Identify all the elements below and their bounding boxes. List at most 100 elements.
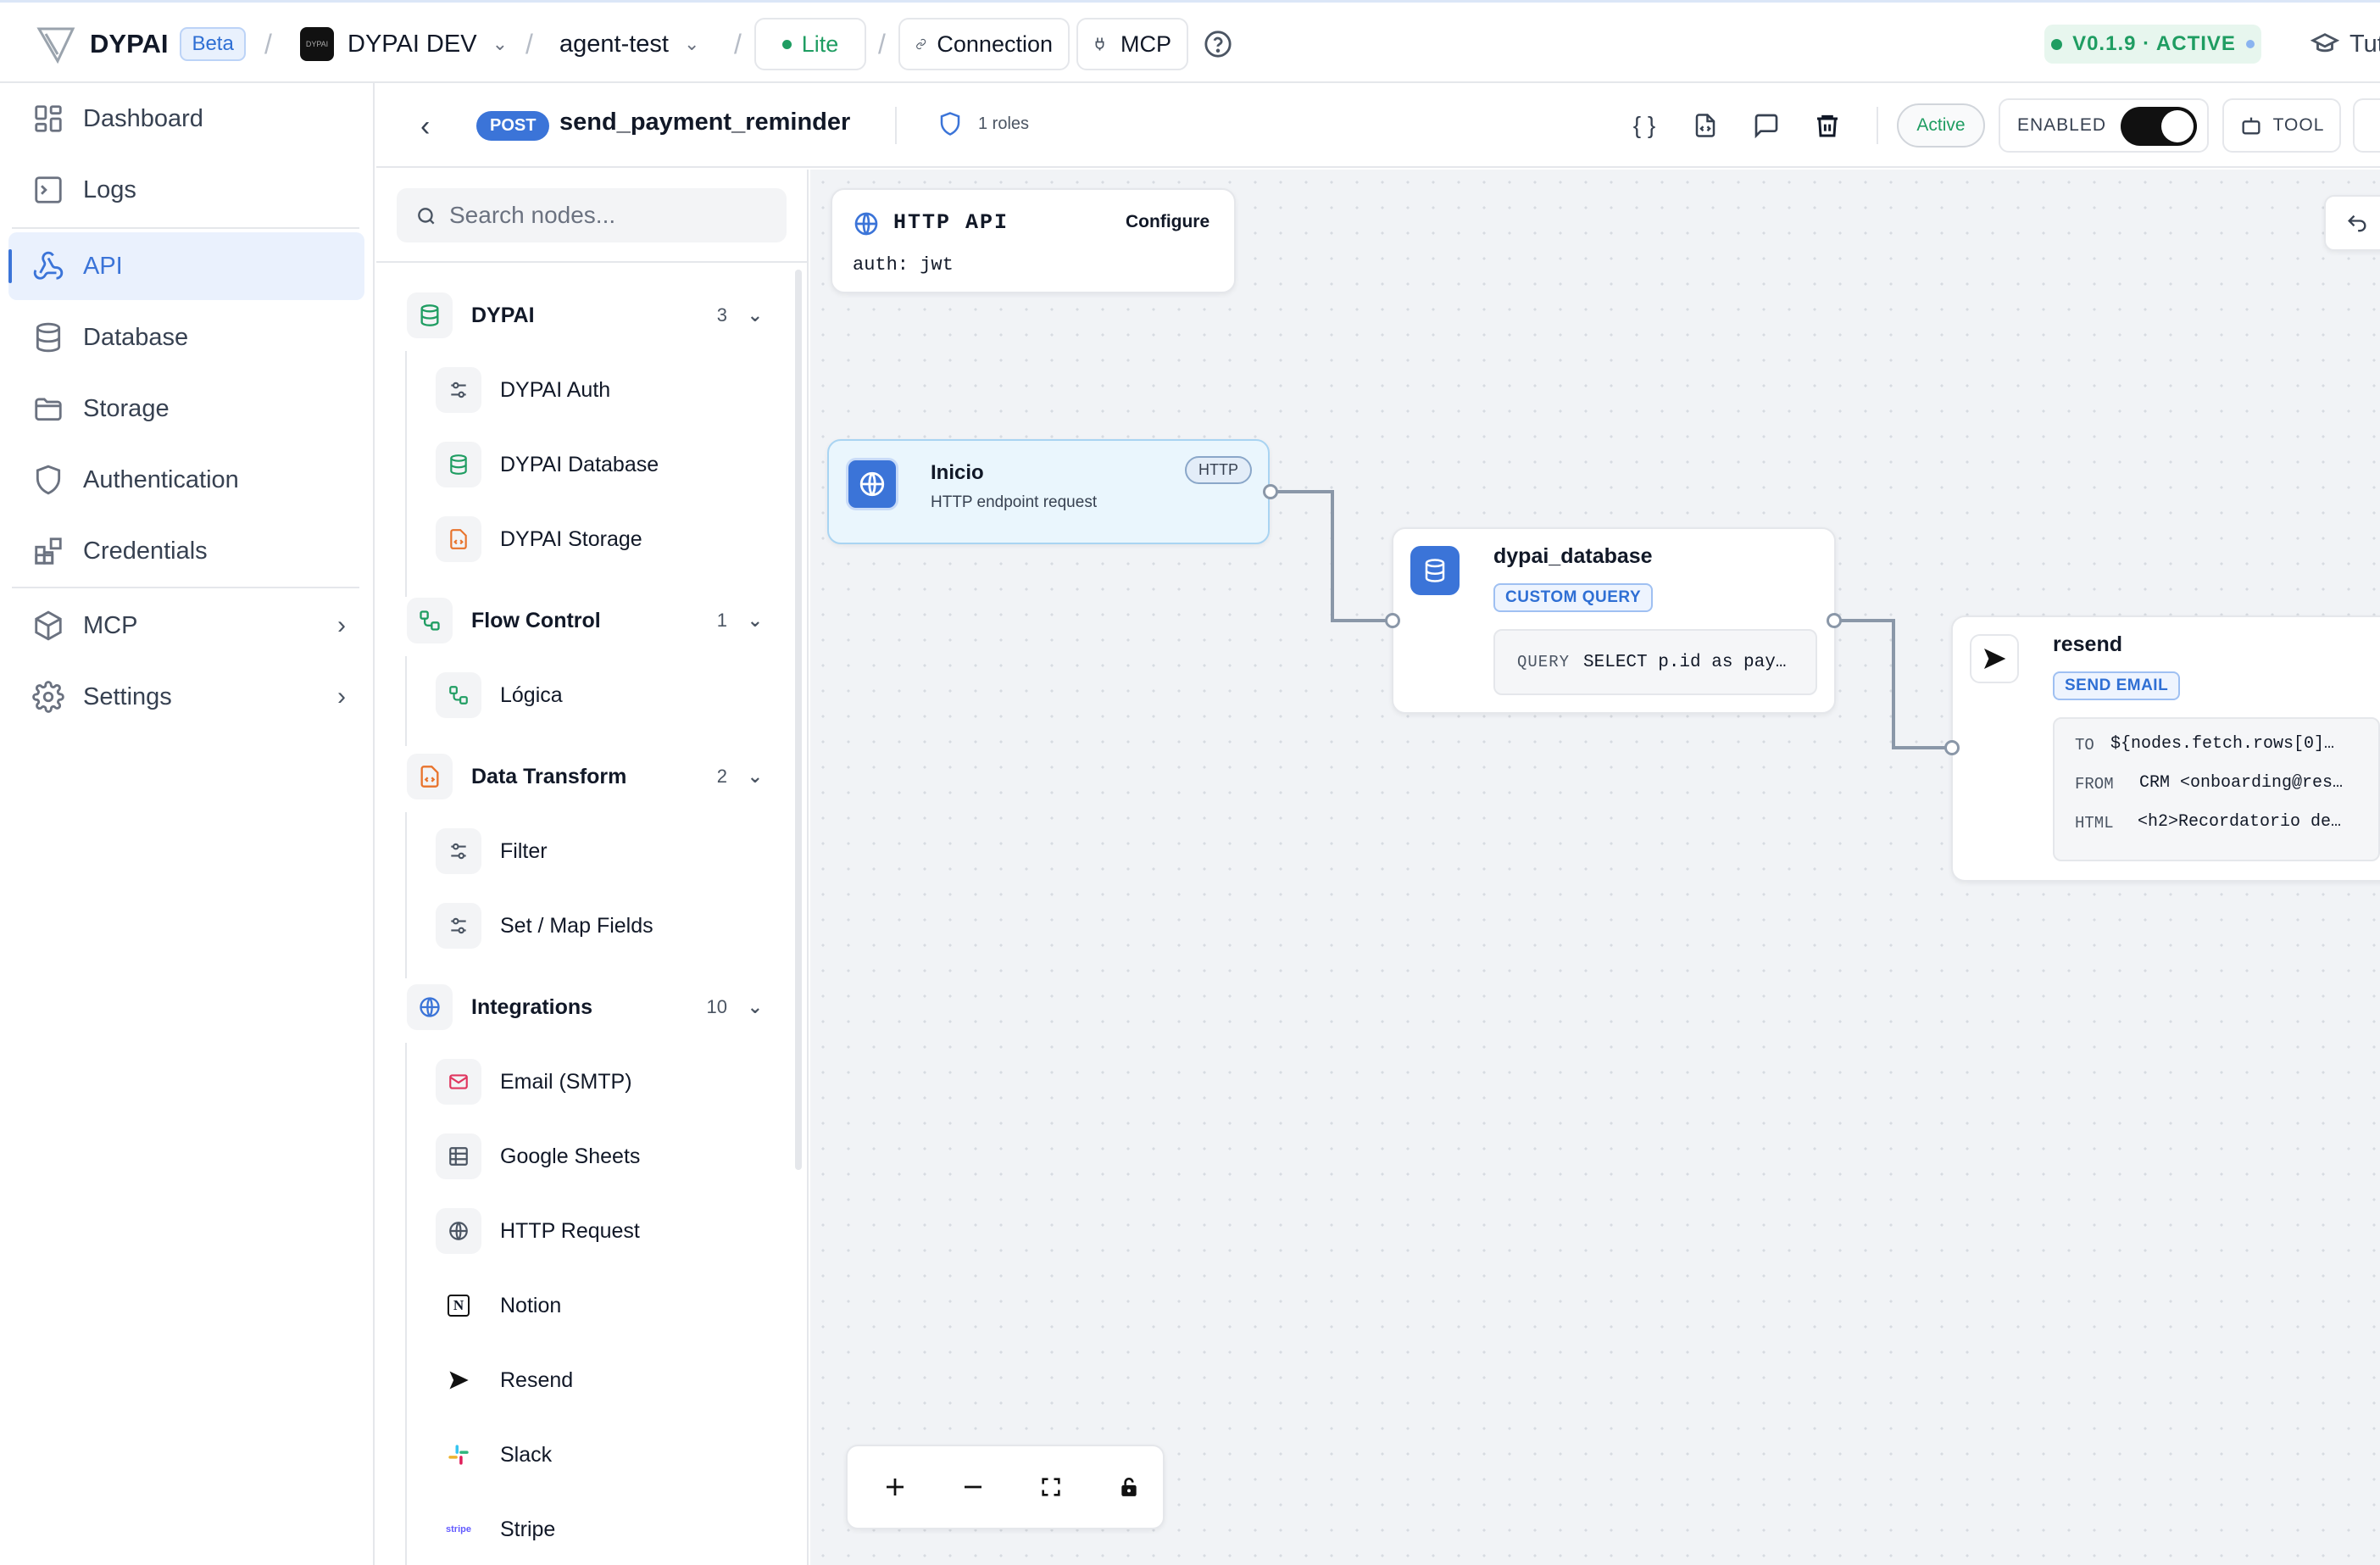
workflow-icon (436, 672, 481, 718)
comment-icon[interactable] (1748, 107, 1785, 144)
category-flow-control[interactable]: Flow Control 1 ⌄ (407, 595, 780, 646)
node-item[interactable]: HTTP Request (436, 1206, 775, 1256)
brand[interactable]: DYPAI Beta (34, 3, 246, 86)
zoom-in-icon[interactable] (873, 1465, 917, 1509)
sliders-icon (436, 828, 481, 874)
category-integrations[interactable]: Integrations 10 ⌄ (407, 982, 780, 1033)
mail-icon (436, 1059, 481, 1105)
file-code-icon[interactable] (1687, 107, 1724, 144)
tree-guide (405, 656, 407, 746)
category-count: 2 (716, 766, 727, 787)
agent-selector[interactable]: agent-test ⌄ (559, 3, 699, 86)
node-item-label: Lógica (500, 682, 563, 707)
connection-button[interactable]: Connection (898, 18, 1070, 70)
sidebar-item-logs[interactable]: Logs (8, 156, 364, 224)
output-handle[interactable] (1263, 484, 1278, 499)
endpoint-name[interactable]: send_payment_reminder (559, 109, 850, 136)
tutorials-label: Tut (2349, 30, 2380, 58)
node-item[interactable]: Lógica (436, 670, 775, 721)
email-fields: TO ${nodes.fetch.rows[0]… FROM CRM <onbo… (2053, 717, 2380, 861)
node-item[interactable]: DYPAI Database (436, 439, 775, 490)
http-api-card[interactable]: HTTP API Configure auth: jwt (831, 188, 1236, 293)
braces-icon[interactable]: { } (1626, 107, 1663, 144)
node-item[interactable]: Google Sheets (436, 1131, 775, 1182)
sidebar-item-database[interactable]: Database (8, 304, 364, 371)
panel-scrollbar[interactable] (795, 270, 802, 1170)
tutorials-button[interactable]: Tut (2310, 3, 2380, 86)
configure-button[interactable]: Configure (1126, 212, 1209, 232)
node-item-label: Stripe (500, 1517, 556, 1541)
sidebar-item-label: Dashboard (83, 104, 203, 132)
category-label: Flow Control (471, 608, 601, 632)
sidebar-item-credentials[interactable]: Credentials (8, 517, 364, 585)
folder-icon (35, 398, 62, 421)
header-divider (895, 107, 897, 144)
node-item-label: Resend (500, 1367, 574, 1392)
more-button[interactable] (2353, 98, 2380, 153)
active-indicator (8, 249, 12, 283)
database-icon (407, 292, 453, 338)
tree-guide (405, 1043, 407, 1565)
node-item[interactable]: DYPAI Auth (436, 365, 775, 415)
fit-view-icon[interactable] (1029, 1465, 1073, 1509)
plan-badge[interactable]: Lite (754, 18, 866, 70)
back-icon[interactable]: ‹ (420, 110, 430, 143)
node-item[interactable]: N Notion (436, 1280, 775, 1331)
node-inicio[interactable]: Inicio HTTP endpoint request HTTP (827, 439, 1270, 544)
project-selector[interactable]: DYPAI DYPAI DEV ⌄ (300, 3, 508, 86)
mcp-button[interactable]: MCP (1076, 18, 1188, 70)
category-dypai[interactable]: DYPAI 3 ⌄ (407, 290, 780, 341)
category-data-transform[interactable]: Data Transform 2 ⌄ (407, 751, 780, 802)
node-item[interactable]: Resend (436, 1355, 775, 1406)
tool-label: TOOL (2272, 115, 2325, 135)
input-handle[interactable] (1385, 613, 1400, 628)
node-item-label: DYPAI Storage (500, 526, 642, 551)
search-input[interactable]: Search nodes... (397, 188, 787, 242)
enabled-toggle[interactable] (2121, 107, 2197, 146)
help-icon[interactable] (1204, 3, 1232, 86)
flow-canvas[interactable]: HTTP API Configure auth: jwt Inicio HTTP… (810, 170, 2380, 1565)
node-resend[interactable]: resend SEND EMAIL TO ${nodes.fetch.rows[… (1951, 615, 2380, 882)
node-item[interactable]: stripe Stripe (436, 1504, 775, 1555)
roles-indicator[interactable]: 1 roles (937, 110, 1029, 137)
auth-value: auth: jwt (853, 254, 954, 276)
field-label: FROM (2075, 775, 2114, 794)
node-item[interactable]: Set / Map Fields (436, 900, 775, 951)
node-item[interactable]: Filter (436, 826, 775, 877)
chevron-down-icon: ⌄ (747, 996, 763, 1017)
sidebar-item-dashboard[interactable]: Dashboard (8, 85, 364, 153)
sidebar-item-storage[interactable]: Storage (8, 375, 364, 443)
field-label: HTML (2075, 814, 2114, 833)
database-icon (1410, 546, 1460, 595)
sidebar-item-api[interactable]: API (8, 232, 364, 300)
category-count: 1 (716, 610, 727, 631)
database-icon (36, 322, 61, 353)
node-item-label: DYPAI Auth (500, 377, 611, 402)
file-code-icon (407, 754, 453, 799)
sidebar-item-label: API (83, 252, 123, 280)
sidebar-item-authentication[interactable]: Authentication (8, 446, 364, 514)
header-divider (1877, 107, 1878, 144)
node-dypai-database[interactable]: dypai_database CUSTOM QUERY QUERY SELECT… (1392, 527, 1836, 714)
input-handle[interactable] (1944, 740, 1960, 755)
link-icon (916, 38, 926, 50)
trash-icon[interactable] (1809, 107, 1846, 144)
sidebar-item-label: Authentication (83, 465, 239, 493)
credentials-icon (35, 537, 62, 565)
node-item-label: DYPAI Database (500, 452, 659, 476)
method-badge: POST (476, 111, 550, 141)
lock-icon[interactable] (1107, 1465, 1151, 1509)
webhook-icon (33, 251, 64, 280)
chevron-down-icon: ⌄ (492, 33, 508, 54)
sidebar-item-mcp[interactable]: MCP › (8, 592, 364, 660)
output-handle[interactable] (1827, 613, 1842, 628)
node-item[interactable]: Slack (436, 1429, 775, 1480)
node-item[interactable]: Email (SMTP) (436, 1056, 775, 1107)
tool-button[interactable]: TOOL (2222, 98, 2341, 153)
undo-button[interactable] (2324, 195, 2380, 251)
sidebar-item-settings[interactable]: Settings › (8, 663, 364, 731)
node-item[interactable]: DYPAI Storage (436, 514, 775, 565)
chevron-down-icon: ⌄ (683, 33, 700, 54)
field-value: <h2>Recordatorio de… (2138, 812, 2342, 832)
zoom-out-icon[interactable] (951, 1465, 995, 1509)
